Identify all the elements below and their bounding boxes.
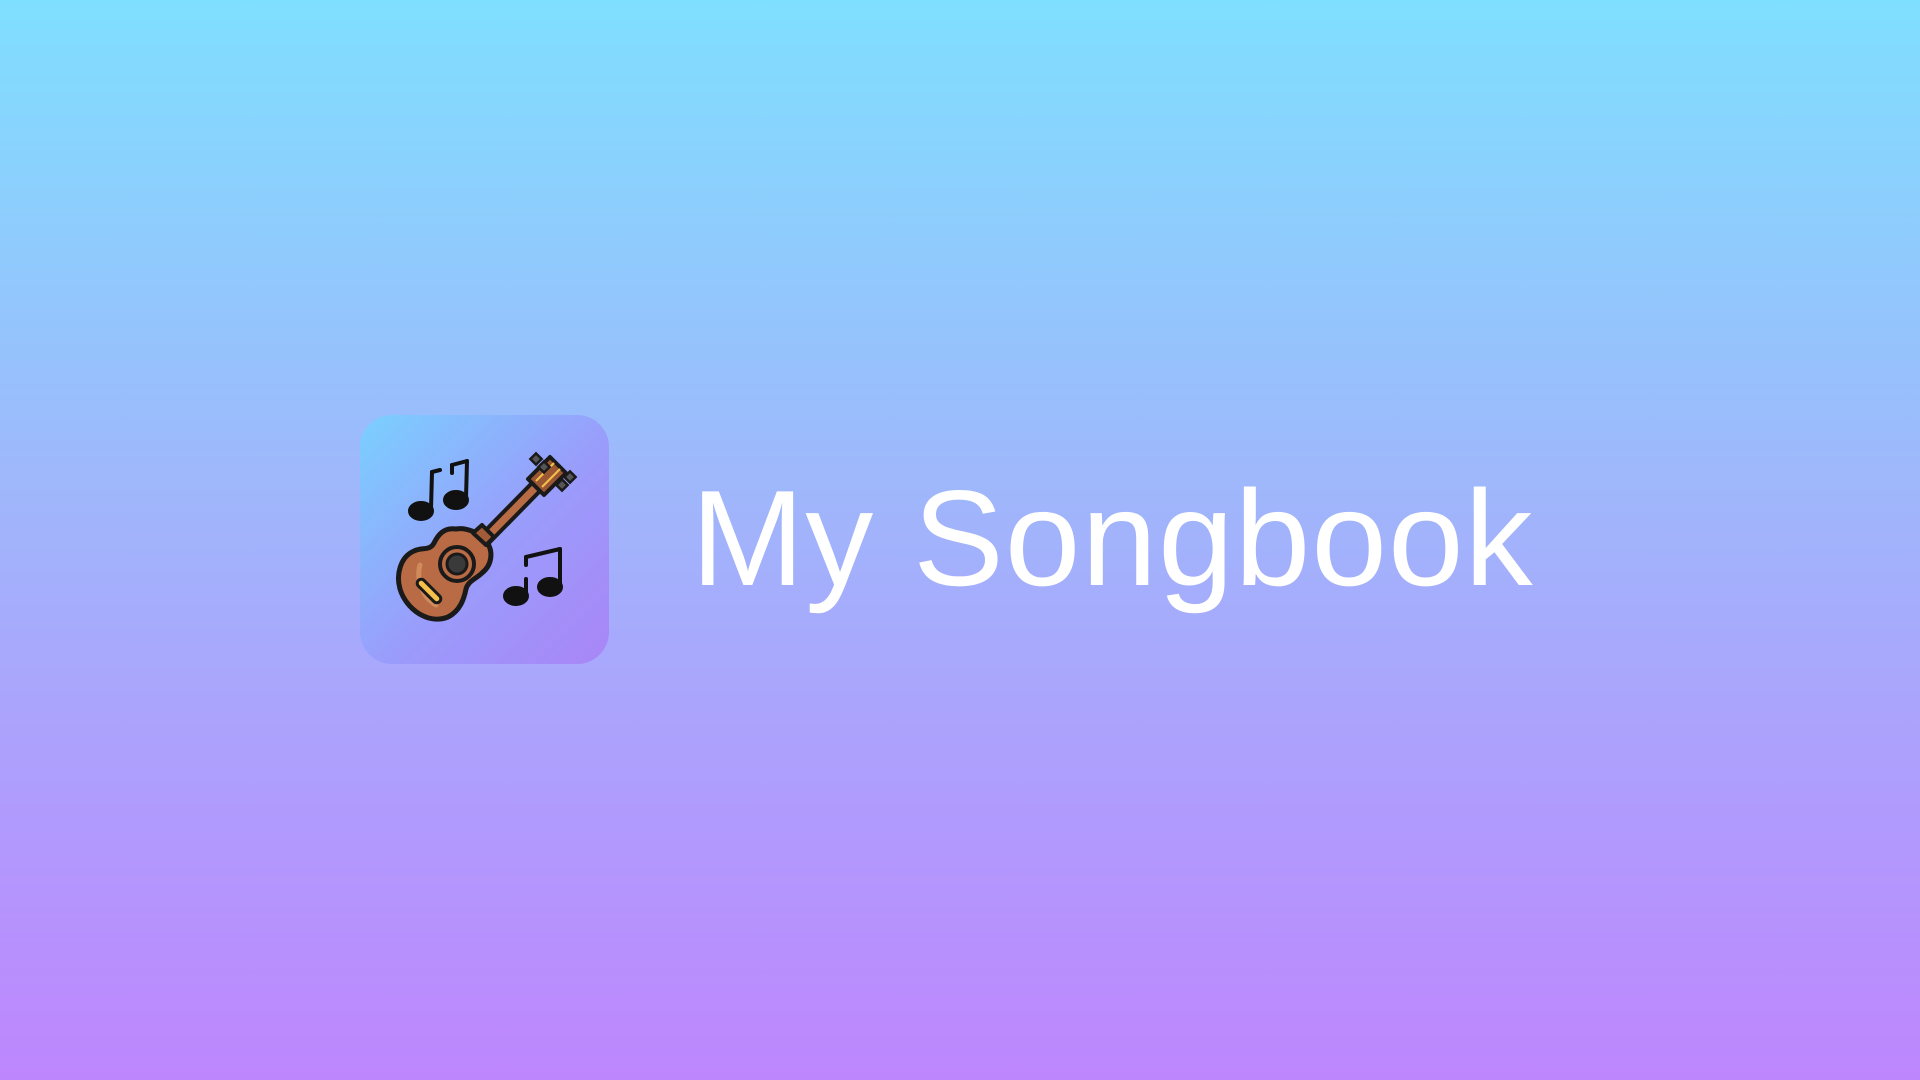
music-note-icon [408, 468, 442, 521]
splash-screen: My Songbook [360, 415, 1534, 664]
music-note-icon [503, 547, 563, 606]
app-title: My Songbook [691, 461, 1534, 614]
music-note-icon [443, 459, 469, 510]
guitar-music-notes-icon [360, 415, 609, 664]
